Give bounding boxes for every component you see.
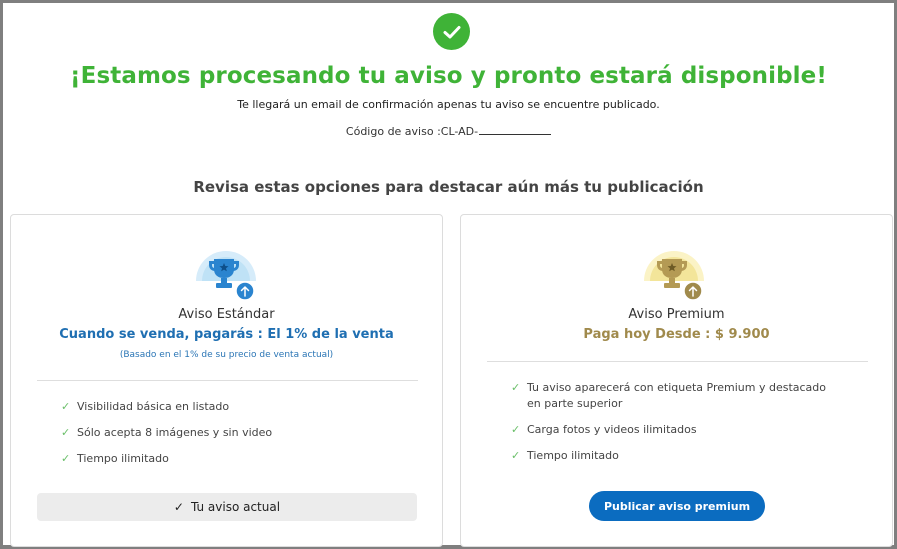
premium-plan-price: Paga hoy Desde : $ 9.900 xyxy=(583,327,770,342)
confirmation-text: Te llegará un email de confirmación apen… xyxy=(237,98,660,111)
check-icon: ✓ xyxy=(61,426,71,439)
standard-plan-card: Aviso Estándar Cuando se venda, pagarás … xyxy=(10,214,443,547)
window-frame: ¡Estamos procesando tu aviso y pronto es… xyxy=(0,0,897,549)
check-icon: ✓ xyxy=(173,500,184,514)
ad-code: Código de aviso :CL-AD- xyxy=(3,125,894,138)
list-item: ✓ Carga fotos y videos ilimitados xyxy=(511,423,697,436)
check-icon: ✓ xyxy=(511,423,521,436)
standard-feature-list: ✓ Visibilidad básica en listado ✓ Sólo ace… xyxy=(61,399,421,467)
page-title: ¡Estamos procesando tu aviso y pronto es… xyxy=(70,63,827,89)
trophy-gold-icon xyxy=(642,247,706,305)
standard-plan-name: Aviso Estándar xyxy=(178,307,275,322)
standard-plan-price: Cuando se venda, pagarás : El 1% de la v… xyxy=(59,327,394,342)
standard-plan-note: (Basado en el 1% de su precio de venta a… xyxy=(119,350,334,360)
check-icon: ✓ xyxy=(61,452,71,465)
premium-plan-card: Aviso Premium Paga hoy Desde : $ 9.900 ✓… xyxy=(460,214,893,547)
check-circle-icon xyxy=(433,13,470,50)
list-item: ✓ Visibilidad básica en listado xyxy=(61,400,230,413)
premium-plan-name: Aviso Premium xyxy=(628,307,725,322)
publish-premium-button[interactable]: Publicar aviso premium xyxy=(589,491,765,521)
check-icon: ✓ xyxy=(511,381,521,394)
current-plan-button[interactable]: ✓ Tu aviso actual xyxy=(37,493,417,521)
list-item: ✓ Tiempo ilimitado xyxy=(511,449,619,462)
current-plan-label: Tu aviso actual xyxy=(190,500,281,514)
ad-code-label: Código de aviso :CL-AD- xyxy=(345,125,479,138)
divider xyxy=(37,380,418,381)
premium-feature-list: ✓ Tu aviso aparecerá con etiqueta Premium… xyxy=(511,380,841,464)
list-item: ✓ Tiempo ilimitado xyxy=(61,452,169,465)
divider xyxy=(487,361,868,362)
check-icon: ✓ xyxy=(61,400,71,413)
ad-code-value xyxy=(479,125,552,135)
list-item: ✓ Sólo acepta 8 imágenes y sin video xyxy=(61,426,273,439)
list-item: ✓ Tu aviso aparecerá con etiqueta Premium… xyxy=(511,381,827,410)
section-title: Revisa estas opciones para destacar aún … xyxy=(193,178,704,196)
trophy-blue-icon xyxy=(194,247,258,305)
check-icon: ✓ xyxy=(511,449,521,462)
